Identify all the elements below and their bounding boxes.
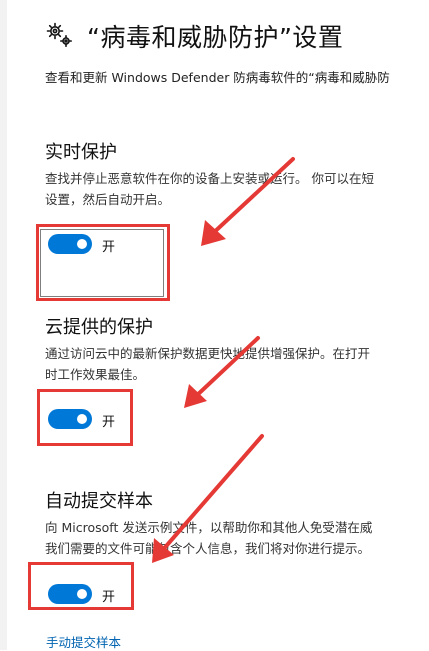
section-desc-line: 时工作效果最佳。	[45, 367, 146, 382]
section-desc-line: 我们需要的文件可能包含个人信息，我们将对你进行提示。	[45, 541, 371, 556]
toggle-knob	[77, 239, 87, 249]
toggle-label-realtime: 开	[102, 240, 116, 255]
section-desc-line: 向 Microsoft 发送示例文件，以帮助你和其他人免受潜在威	[45, 520, 373, 535]
gear-icon	[46, 22, 73, 48]
manual-submit-sample-link[interactable]: 手动提交样本	[46, 632, 121, 651]
left-edge-strip	[0, 0, 7, 650]
section-desc-auto-submit: 向 Microsoft 发送示例文件，以帮助你和其他人免受潜在威 我们需要的文件…	[45, 517, 372, 559]
page-header: “病毒和威胁防护”设置	[45, 18, 343, 54]
section-title-cloud: 云提供的保护	[45, 317, 153, 338]
toggle-auto-sample-submission[interactable]	[48, 584, 92, 604]
section-desc-line: 查找并停止恶意软件在你的设备上安装或运行。 你可以在短	[45, 171, 374, 186]
toggle-knob	[77, 414, 87, 424]
section-desc-line: 设置，然后自动开启。	[45, 192, 171, 207]
toggle-realtime-protection[interactable]	[48, 234, 92, 254]
section-desc-line: 通过访问云中的最新保护数据更快地提供增强保护。在打开	[45, 346, 371, 361]
page-title: “病毒和威胁防护”设置	[87, 23, 344, 52]
toggle-label-auto-submit: 开	[102, 590, 116, 605]
section-title-realtime: 实时保护	[45, 142, 117, 163]
toggle-knob	[77, 589, 87, 599]
section-desc-cloud: 通过访问云中的最新保护数据更快地提供增强保护。在打开 时工作效果最佳。	[45, 343, 370, 385]
toggle-cloud-protection[interactable]	[48, 409, 92, 429]
section-desc-realtime: 查找并停止恶意软件在你的设备上安装或运行。 你可以在短 设置，然后自动开启。	[45, 168, 374, 210]
toggle-label-cloud: 开	[102, 415, 116, 430]
page-subtitle: 查看和更新 Windows Defender 防病毒软件的“病毒和威胁防	[45, 70, 390, 85]
section-title-auto-submit: 自动提交样本	[45, 491, 153, 512]
